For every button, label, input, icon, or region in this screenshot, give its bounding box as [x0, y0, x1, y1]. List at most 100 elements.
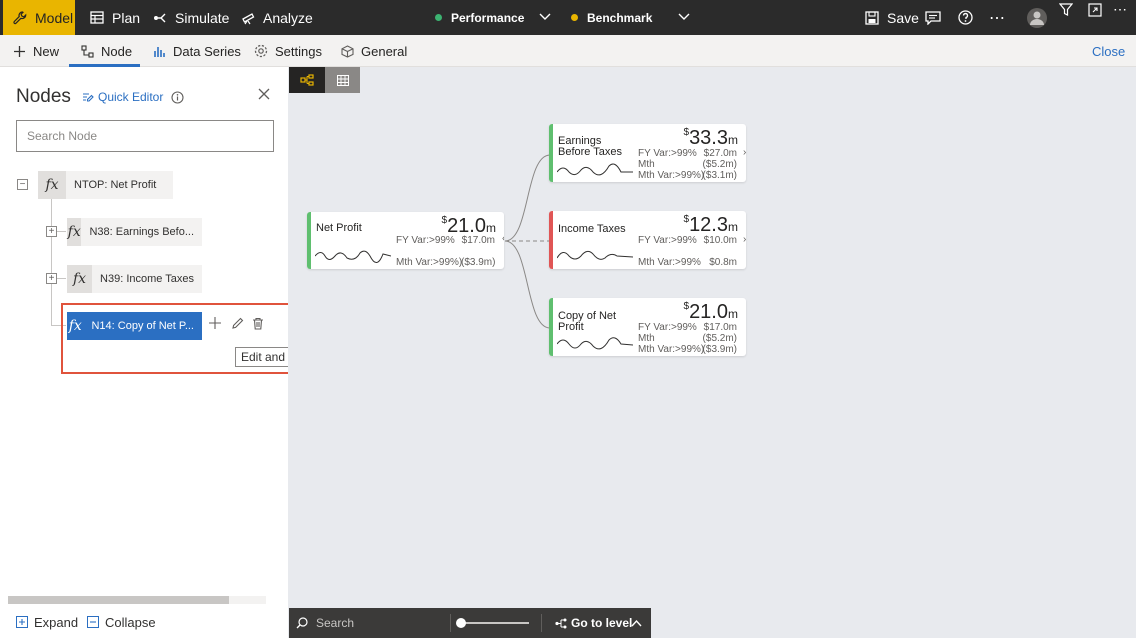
expand-arrow-icon[interactable]: › [743, 234, 746, 245]
save-icon [864, 10, 880, 26]
metric-labels: FY Var:>99% Mth Var:>99% [638, 235, 701, 268]
tab-data-series-label: Data Series [173, 43, 241, 59]
metric-labels: FY Var:>99% Mth Var:>99%) [396, 235, 463, 268]
divider [450, 614, 451, 632]
horizontal-scrollbar[interactable] [8, 596, 266, 604]
help-icon[interactable] [958, 0, 973, 35]
analyze-tab[interactable]: Analyze [240, 0, 313, 35]
tree-node-label: NTOP: Net Profit [74, 179, 157, 191]
simulate-tab[interactable]: Simulate [152, 0, 229, 35]
formula-icon: fx [67, 265, 93, 293]
sparkline [315, 250, 391, 263]
more-options-icon-visual[interactable]: ⋯ [1113, 0, 1127, 27]
save-button[interactable]: Save [864, 0, 919, 35]
tab-settings[interactable]: Settings [254, 35, 322, 67]
search-node-input[interactable] [16, 120, 274, 152]
go-to-level-button[interactable]: Go to level [555, 608, 632, 638]
tree-connector [51, 199, 52, 326]
zoom-slider-thumb[interactable] [456, 618, 466, 628]
nodes-panel: Nodes Quick Editor − fx NTOP: Net Profit… [0, 67, 384, 638]
collapse-toggle[interactable]: − [17, 179, 28, 190]
expand-square-icon [16, 616, 28, 628]
top-toolbar: Model Plan Simulate Analyze Performance … [0, 0, 1136, 35]
hierarchy-icon [80, 44, 94, 58]
metric-labels: FY Var:>99% Mth Mth Var:>99%) [638, 148, 705, 181]
canvas-search-label: Search [316, 616, 355, 630]
benchmark-selector[interactable]: Benchmark [571, 0, 652, 35]
metric-values: $17.0m ($5.2m) ($3.9m) [702, 322, 737, 355]
tree-node-label: N39: Income Taxes [100, 273, 194, 285]
analyze-tab-label: Analyze [263, 9, 313, 26]
model-tab[interactable]: Model [3, 0, 75, 35]
benchmark-chevron-down-icon[interactable] [678, 10, 690, 25]
user-avatar[interactable] [1026, 0, 1048, 35]
plan-tab-label: Plan [112, 9, 141, 26]
go-to-level-label: Go to level [571, 616, 633, 630]
simulate-tab-label: Simulate [175, 9, 230, 26]
node-card-copy-of-net-profit[interactable]: Copy of Net Profit $21.0m FY Var:>99% Mth… [549, 298, 746, 356]
zoom-slider[interactable] [456, 618, 529, 628]
tab-data-series[interactable]: Data Series [152, 35, 241, 67]
model-tab-label: Model [35, 9, 74, 26]
grid-view-icon [336, 74, 349, 86]
tab-node[interactable]: Node [80, 35, 132, 67]
expand-arrow-icon[interactable]: › [743, 147, 746, 158]
close-button[interactable]: Close [1092, 35, 1125, 67]
info-icon[interactable] [171, 90, 184, 104]
expand-toggle[interactable]: + [46, 273, 57, 284]
node-card-value: $21.0m [683, 301, 739, 323]
node-card-income-taxes[interactable]: Income Taxes $12.3m FY Var:>99% Mth Var:>… [549, 211, 746, 269]
plan-tab[interactable]: Plan [89, 0, 140, 35]
metric-labels: FY Var:>99% Mth Mth Var:>99%) [638, 322, 705, 355]
scrollbar-thumb[interactable] [8, 596, 229, 604]
quick-editor-label: Quick Editor [98, 90, 164, 104]
tab-general-label: General [361, 43, 408, 59]
node-card-title: Net Profit [316, 222, 362, 234]
chevron-up-icon[interactable] [631, 608, 642, 638]
node-card-title: Copy of Net Profit [558, 310, 617, 333]
node-card-value: $12.3m [683, 214, 739, 236]
performance-selector[interactable]: Performance [435, 0, 524, 35]
hierarchy-icon [555, 618, 567, 629]
panel-title: Nodes [16, 86, 71, 107]
canvas-search[interactable]: Search [296, 608, 354, 638]
focus-mode-icon[interactable] [1088, 0, 1102, 27]
expand-all-button[interactable]: Expand [16, 613, 78, 631]
collapse-arrow-icon[interactable]: ‹ [502, 233, 504, 244]
grid-view-button[interactable] [325, 67, 360, 93]
benchmark-status-dot [571, 14, 578, 21]
performance-chevron-down-icon[interactable] [539, 10, 551, 25]
divider [541, 614, 542, 632]
canvas-status-bar: Search Go to level [289, 608, 651, 638]
tree-node-root[interactable]: fx NTOP: Net Profit [38, 171, 173, 199]
tab-general[interactable]: General [340, 35, 407, 67]
tab-node-label: Node [101, 43, 133, 59]
wrench-icon [12, 10, 28, 26]
expand-label: Expand [34, 614, 79, 630]
status-bar [549, 211, 553, 269]
new-button-label: New [33, 43, 60, 59]
node-card-earnings-before-taxes[interactable]: Earnings Before Taxes $33.3m FY Var:>99%… [549, 124, 746, 182]
new-button[interactable]: New [12, 35, 59, 67]
comment-icon[interactable] [925, 0, 941, 35]
tree-view-button[interactable] [289, 67, 325, 93]
metric-values: $27.0m ($5.2m) ($3.1m) [702, 148, 737, 181]
collapse-square-icon [87, 616, 99, 628]
node-card-title: Income Taxes [558, 223, 626, 235]
filter-icon[interactable] [1059, 0, 1073, 27]
more-options-icon[interactable]: ⋯ [989, 0, 1006, 35]
node-card-net-profit[interactable]: Net Profit $21.0m FY Var:>99% Mth Var:>99… [307, 212, 504, 269]
collapse-all-button[interactable]: Collapse [87, 613, 156, 631]
close-panel-icon[interactable] [258, 88, 270, 100]
sparkline [557, 337, 633, 350]
tree-node-child[interactable]: fx N38: Earnings Befo... [67, 218, 202, 246]
branch-icon [152, 10, 168, 26]
tree-node-child[interactable]: fx N39: Income Taxes [67, 265, 202, 293]
metric-values: $10.0m $0.8m [703, 235, 737, 268]
status-bar [307, 212, 311, 269]
metric-values: $17.0m ($3.9m) [461, 235, 496, 268]
expand-toggle[interactable]: + [46, 226, 57, 237]
tree-view-icon [300, 74, 314, 86]
quick-editor-link[interactable]: Quick Editor [82, 90, 184, 104]
sparkline [557, 163, 633, 176]
